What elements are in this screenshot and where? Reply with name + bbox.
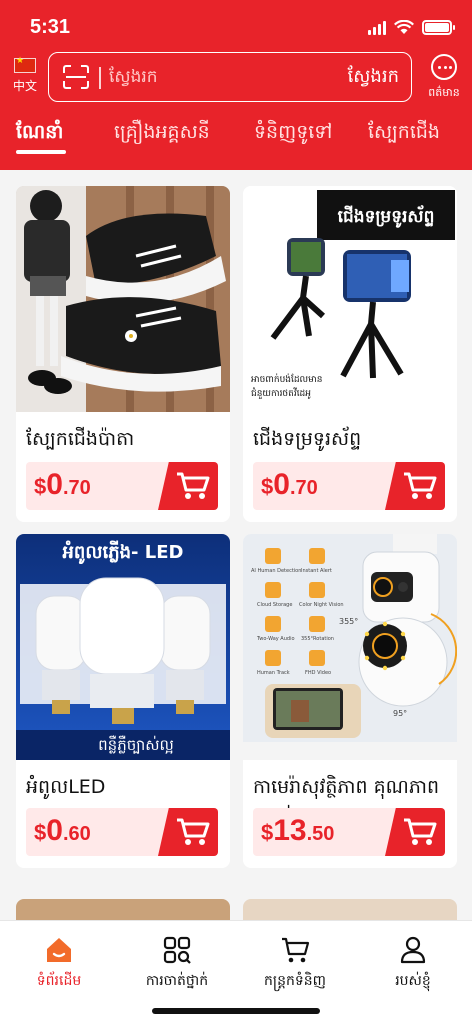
- svg-text:Color Night Vision: Color Night Vision: [299, 602, 344, 608]
- chat-bubble-icon: [431, 54, 457, 80]
- active-tab-indicator: [16, 150, 66, 154]
- cart-icon: [282, 937, 310, 963]
- image-caption-1: អាចពាក់បង់ដែលមាន: [251, 373, 322, 385]
- svg-text:AI Human Detection: AI Human Detection: [251, 568, 301, 574]
- add-to-cart-button[interactable]: [385, 462, 445, 510]
- category-icon: [163, 936, 191, 964]
- app-header: 5:31 中文 ស្វែងរក ស្វែងរក ពត៌មាន ណែនាំ គ្រ…: [0, 0, 472, 170]
- home-icon: [47, 938, 71, 962]
- china-flag-icon: [14, 56, 36, 73]
- product-image[interactable]: អំពូលភ្លើង- LED ពន្លឺភ្លឺច្បាស់ល្អ: [16, 534, 230, 760]
- add-to-cart-button[interactable]: [158, 808, 218, 856]
- product-price: $13.50: [261, 814, 335, 847]
- message-label: ពត៌មាន: [428, 86, 460, 99]
- svg-text:Cloud Storage: Cloud Storage: [257, 602, 292, 608]
- nav-category-label: ការចាត់ថ្នាក់: [145, 973, 209, 989]
- cart-icon: [404, 472, 437, 499]
- image-banner-text: ជើងទម្រទូរស័ព្ទ: [338, 205, 435, 228]
- nav-home-label: ទំព័រដើម: [36, 973, 82, 989]
- svg-text:Two-Way Audio: Two-Way Audio: [256, 636, 295, 642]
- product-image[interactable]: ជើងទម្រទូរស័ព្ទ អាចពាក់បង់ដែលមាន ជំនួយកា…: [243, 186, 457, 412]
- image-banner-text: អំពូលភ្លើង- LED: [63, 540, 184, 565]
- battery-icon: [422, 20, 455, 35]
- language-switch[interactable]: 中文: [10, 56, 40, 94]
- search-button[interactable]: ស្វែងរក: [348, 64, 399, 91]
- search-input[interactable]: ស្វែងរក: [109, 66, 158, 91]
- wifi-icon: [394, 20, 414, 34]
- scan-icon[interactable]: [63, 65, 89, 89]
- price-bar: $0.70: [26, 462, 218, 510]
- price-bar: $13.50: [253, 808, 445, 856]
- nav-profile-label: របស់ខ្ញុំ: [395, 973, 431, 989]
- product-image[interactable]: AI Human Detection Instant Alert Cloud S…: [243, 534, 457, 760]
- tilt-angle-label: 95°: [393, 709, 407, 718]
- image-footer-text: ពន្លឺភ្លឺច្បាស់ល្អ: [98, 735, 174, 754]
- message-button[interactable]: ពត៌មាន: [420, 54, 468, 102]
- category-tabs: ណែនាំ គ្រឿងអគ្គសនី ទំនិញទូទៅ ស្បែកជើង: [0, 116, 472, 166]
- nav-profile[interactable]: របស់ខ្ញុំ: [354, 935, 472, 992]
- nav-cart[interactable]: កន្ត្រកទំនិញ: [236, 935, 354, 992]
- product-card[interactable]: ជើងទម្រទូរស័ព្ទ អាចពាក់បង់ដែលមាន ជំនួយកា…: [243, 186, 457, 522]
- search-bar[interactable]: ស្វែងរក ស្វែងរក: [48, 52, 412, 102]
- product-card[interactable]: ស្បែកជើងប៉ាតា $0.70: [16, 186, 230, 522]
- signal-icon: [368, 20, 386, 35]
- image-caption-2: ជំនួយការថតវីដេអូ: [251, 387, 311, 399]
- svg-text:FHD Video: FHD Video: [305, 670, 331, 676]
- price-bar: $0.60: [26, 808, 218, 856]
- rotation-angle-label: 355°: [339, 617, 358, 626]
- tab-general-goods[interactable]: ទំនិញទូទៅ: [254, 120, 332, 148]
- product-image[interactable]: [16, 186, 230, 412]
- svg-text:355°Rotation: 355°Rotation: [301, 636, 334, 642]
- product-title[interactable]: អំពូលLED: [26, 772, 226, 802]
- tab-recommend[interactable]: ណែនាំ: [16, 120, 63, 148]
- product-title[interactable]: ស្បែកជើងប៉ាតា: [26, 424, 226, 454]
- product-price: $0.70: [261, 468, 318, 501]
- tab-electrical[interactable]: គ្រឿងអគ្គសនី: [114, 120, 210, 148]
- language-label: 中文: [12, 79, 37, 93]
- search-divider: [99, 67, 101, 89]
- nav-cart-label: កន្ត្រកទំនិញ: [264, 973, 326, 989]
- product-price: $0.70: [34, 468, 91, 501]
- home-indicator: [152, 1008, 320, 1014]
- cart-icon: [177, 472, 210, 499]
- cart-icon: [404, 818, 437, 845]
- status-time: 5:31: [30, 16, 71, 38]
- add-to-cart-button[interactable]: [158, 462, 218, 510]
- svg-text:Instant Alert: Instant Alert: [301, 568, 332, 574]
- tab-shoes[interactable]: ស្បែកជើង: [368, 120, 440, 148]
- svg-text:Human Track: Human Track: [257, 670, 290, 676]
- product-card[interactable]: AI Human Detection Instant Alert Cloud S…: [243, 534, 457, 868]
- product-title[interactable]: ជើងទម្រទូរស័ព្ទ: [253, 424, 453, 454]
- nav-category[interactable]: ការចាត់ថ្នាក់: [118, 935, 236, 992]
- user-icon: [400, 936, 426, 964]
- status-bar: 5:31: [0, 0, 472, 54]
- nav-home[interactable]: ទំព័រដើម: [0, 935, 118, 992]
- cart-icon: [177, 818, 210, 845]
- status-icons: [368, 20, 455, 35]
- product-card[interactable]: អំពូលភ្លើង- LED ពន្លឺភ្លឺច្បាស់ល្អ អំពូល…: [16, 534, 230, 868]
- price-bar: $0.70: [253, 462, 445, 510]
- add-to-cart-button[interactable]: [385, 808, 445, 856]
- product-price: $0.60: [34, 814, 91, 847]
